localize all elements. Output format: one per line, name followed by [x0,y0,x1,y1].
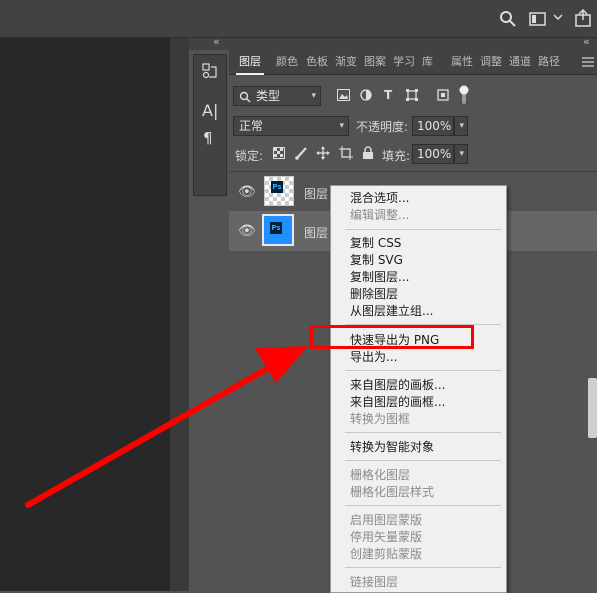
annotation-arrow-icon [25,346,308,508]
